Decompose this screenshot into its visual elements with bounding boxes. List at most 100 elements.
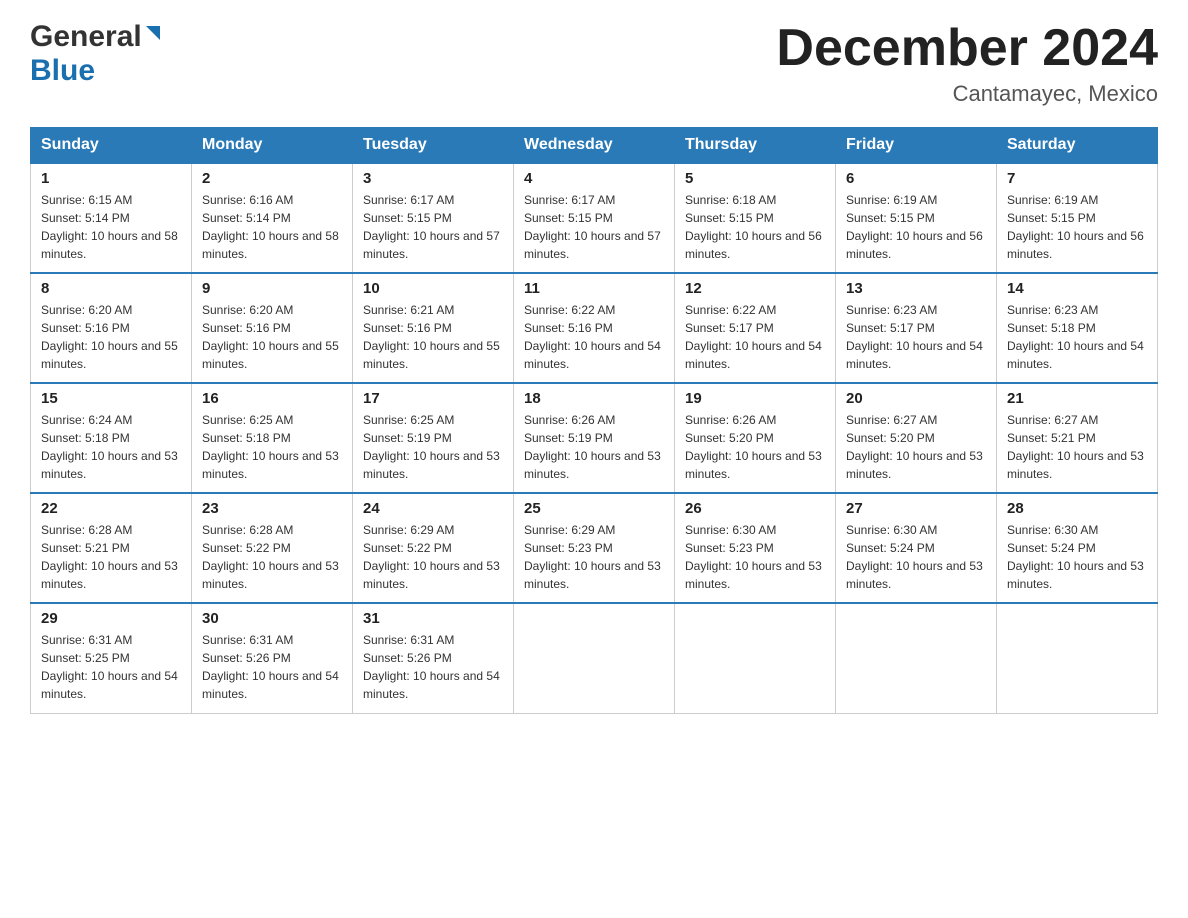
table-row: 10Sunrise: 6:21 AMSunset: 5:16 PMDayligh… (353, 273, 514, 383)
month-title: December 2024 (776, 20, 1158, 77)
day-info: Sunrise: 6:30 AMSunset: 5:24 PMDaylight:… (846, 521, 986, 593)
day-info: Sunrise: 6:16 AMSunset: 5:14 PMDaylight:… (202, 191, 342, 263)
table-row: 2 Sunrise: 6:16 AMSunset: 5:14 PMDaylight… (192, 163, 353, 273)
day-info: Sunrise: 6:28 AMSunset: 5:22 PMDaylight:… (202, 521, 342, 593)
table-row: 29 Sunrise: 6:31 AMSunset: 5:25 PMDayligh… (31, 603, 192, 713)
table-row: 17Sunrise: 6:25 AMSunset: 5:19 PMDayligh… (353, 383, 514, 493)
table-row: 25 Sunrise: 6:29 AMSunset: 5:23 PMDayligh… (514, 493, 675, 603)
day-number: 30 (202, 610, 342, 627)
table-row: 14 Sunrise: 6:23 AMSunset: 5:18 PMDayligh… (997, 273, 1158, 383)
table-row: 6Sunrise: 6:19 AMSunset: 5:15 PMDaylight… (836, 163, 997, 273)
day-number: 28 (1007, 500, 1147, 517)
day-number: 23 (202, 500, 342, 517)
table-row: 20 Sunrise: 6:27 AMSunset: 5:20 PMDayligh… (836, 383, 997, 493)
table-row (836, 603, 997, 713)
day-info: Sunrise: 6:26 AMSunset: 5:19 PMDaylight:… (524, 411, 664, 483)
day-info: Sunrise: 6:15 AMSunset: 5:14 PMDaylight:… (41, 191, 181, 263)
table-row: 13Sunrise: 6:23 AMSunset: 5:17 PMDayligh… (836, 273, 997, 383)
table-row: 19 Sunrise: 6:26 AMSunset: 5:20 PMDayligh… (675, 383, 836, 493)
logo-triangle-icon (142, 22, 164, 49)
col-monday: Monday (192, 128, 353, 164)
day-number: 24 (363, 500, 503, 517)
logo-blue-text: Blue (30, 54, 95, 87)
day-number: 20 (846, 390, 986, 407)
day-info: Sunrise: 6:26 AMSunset: 5:20 PMDaylight:… (685, 411, 825, 483)
day-number: 27 (846, 500, 986, 517)
day-info: Sunrise: 6:30 AMSunset: 5:24 PMDaylight:… (1007, 521, 1147, 593)
day-info: Sunrise: 6:19 AMSunset: 5:15 PMDaylight:… (846, 191, 986, 263)
day-number: 12 (685, 280, 825, 297)
table-row: 26 Sunrise: 6:30 AMSunset: 5:23 PMDayligh… (675, 493, 836, 603)
day-info: Sunrise: 6:25 AMSunset: 5:19 PMDaylight:… (363, 411, 503, 483)
day-info: Sunrise: 6:20 AMSunset: 5:16 PMDaylight:… (202, 301, 342, 373)
table-row (514, 603, 675, 713)
calendar-week-row: 15Sunrise: 6:24 AMSunset: 5:18 PMDayligh… (31, 383, 1158, 493)
day-info: Sunrise: 6:20 AMSunset: 5:16 PMDaylight:… (41, 301, 181, 373)
day-info: Sunrise: 6:22 AMSunset: 5:17 PMDaylight:… (685, 301, 825, 373)
day-info: Sunrise: 6:23 AMSunset: 5:17 PMDaylight:… (846, 301, 986, 373)
table-row: 12 Sunrise: 6:22 AMSunset: 5:17 PMDayligh… (675, 273, 836, 383)
day-number: 16 (202, 390, 342, 407)
day-info: Sunrise: 6:29 AMSunset: 5:22 PMDaylight:… (363, 521, 503, 593)
calendar-week-row: 29 Sunrise: 6:31 AMSunset: 5:25 PMDayligh… (31, 603, 1158, 713)
table-row: 7 Sunrise: 6:19 AMSunset: 5:15 PMDaylight… (997, 163, 1158, 273)
day-number: 8 (41, 280, 181, 297)
col-friday: Friday (836, 128, 997, 164)
day-number: 15 (41, 390, 181, 407)
day-info: Sunrise: 6:18 AMSunset: 5:15 PMDaylight:… (685, 191, 825, 263)
day-info: Sunrise: 6:27 AMSunset: 5:20 PMDaylight:… (846, 411, 986, 483)
day-number: 9 (202, 280, 342, 297)
day-number: 22 (41, 500, 181, 517)
day-number: 29 (41, 610, 181, 627)
logo: General Blue (30, 20, 164, 88)
table-row: 1Sunrise: 6:15 AMSunset: 5:14 PMDaylight… (31, 163, 192, 273)
day-info: Sunrise: 6:23 AMSunset: 5:18 PMDaylight:… (1007, 301, 1147, 373)
table-row: 31 Sunrise: 6:31 AMSunset: 5:26 PMDayligh… (353, 603, 514, 713)
day-number: 31 (363, 610, 503, 627)
table-row: 15Sunrise: 6:24 AMSunset: 5:18 PMDayligh… (31, 383, 192, 493)
day-number: 14 (1007, 280, 1147, 297)
table-row: 28 Sunrise: 6:30 AMSunset: 5:24 PMDayligh… (997, 493, 1158, 603)
table-row: 16Sunrise: 6:25 AMSunset: 5:18 PMDayligh… (192, 383, 353, 493)
table-row: 8 Sunrise: 6:20 AMSunset: 5:16 PMDaylight… (31, 273, 192, 383)
calendar-table: Sunday Monday Tuesday Wednesday Thursday… (30, 127, 1158, 714)
day-info: Sunrise: 6:30 AMSunset: 5:23 PMDaylight:… (685, 521, 825, 593)
day-info: Sunrise: 6:29 AMSunset: 5:23 PMDaylight:… (524, 521, 664, 593)
col-saturday: Saturday (997, 128, 1158, 164)
calendar-week-row: 1Sunrise: 6:15 AMSunset: 5:14 PMDaylight… (31, 163, 1158, 273)
calendar-week-row: 8 Sunrise: 6:20 AMSunset: 5:16 PMDaylight… (31, 273, 1158, 383)
col-tuesday: Tuesday (353, 128, 514, 164)
table-row: 9 Sunrise: 6:20 AMSunset: 5:16 PMDaylight… (192, 273, 353, 383)
day-info: Sunrise: 6:19 AMSunset: 5:15 PMDaylight:… (1007, 191, 1147, 263)
location-text: Cantamayec, Mexico (776, 81, 1158, 107)
day-number: 11 (524, 280, 664, 297)
calendar-header-row: Sunday Monday Tuesday Wednesday Thursday… (31, 128, 1158, 164)
col-wednesday: Wednesday (514, 128, 675, 164)
table-row: 23 Sunrise: 6:28 AMSunset: 5:22 PMDayligh… (192, 493, 353, 603)
table-row: 21Sunrise: 6:27 AMSunset: 5:21 PMDayligh… (997, 383, 1158, 493)
day-info: Sunrise: 6:31 AMSunset: 5:26 PMDaylight:… (363, 631, 503, 703)
day-info: Sunrise: 6:27 AMSunset: 5:21 PMDaylight:… (1007, 411, 1147, 483)
table-row: 22Sunrise: 6:28 AMSunset: 5:21 PMDayligh… (31, 493, 192, 603)
day-number: 26 (685, 500, 825, 517)
day-number: 10 (363, 280, 503, 297)
table-row: 24 Sunrise: 6:29 AMSunset: 5:22 PMDayligh… (353, 493, 514, 603)
col-sunday: Sunday (31, 128, 192, 164)
day-number: 7 (1007, 170, 1147, 187)
table-row (675, 603, 836, 713)
day-info: Sunrise: 6:17 AMSunset: 5:15 PMDaylight:… (363, 191, 503, 263)
table-row: 11 Sunrise: 6:22 AMSunset: 5:16 PMDayligh… (514, 273, 675, 383)
day-info: Sunrise: 6:31 AMSunset: 5:25 PMDaylight:… (41, 631, 181, 703)
table-row: 18Sunrise: 6:26 AMSunset: 5:19 PMDayligh… (514, 383, 675, 493)
day-number: 19 (685, 390, 825, 407)
table-row: 3Sunrise: 6:17 AMSunset: 5:15 PMDaylight… (353, 163, 514, 273)
col-thursday: Thursday (675, 128, 836, 164)
day-info: Sunrise: 6:22 AMSunset: 5:16 PMDaylight:… (524, 301, 664, 373)
day-number: 5 (685, 170, 825, 187)
day-number: 2 (202, 170, 342, 187)
table-row (997, 603, 1158, 713)
table-row: 4Sunrise: 6:17 AMSunset: 5:15 PMDaylight… (514, 163, 675, 273)
table-row: 5 Sunrise: 6:18 AMSunset: 5:15 PMDaylight… (675, 163, 836, 273)
day-number: 25 (524, 500, 664, 517)
logo-general-text: General (30, 20, 142, 54)
